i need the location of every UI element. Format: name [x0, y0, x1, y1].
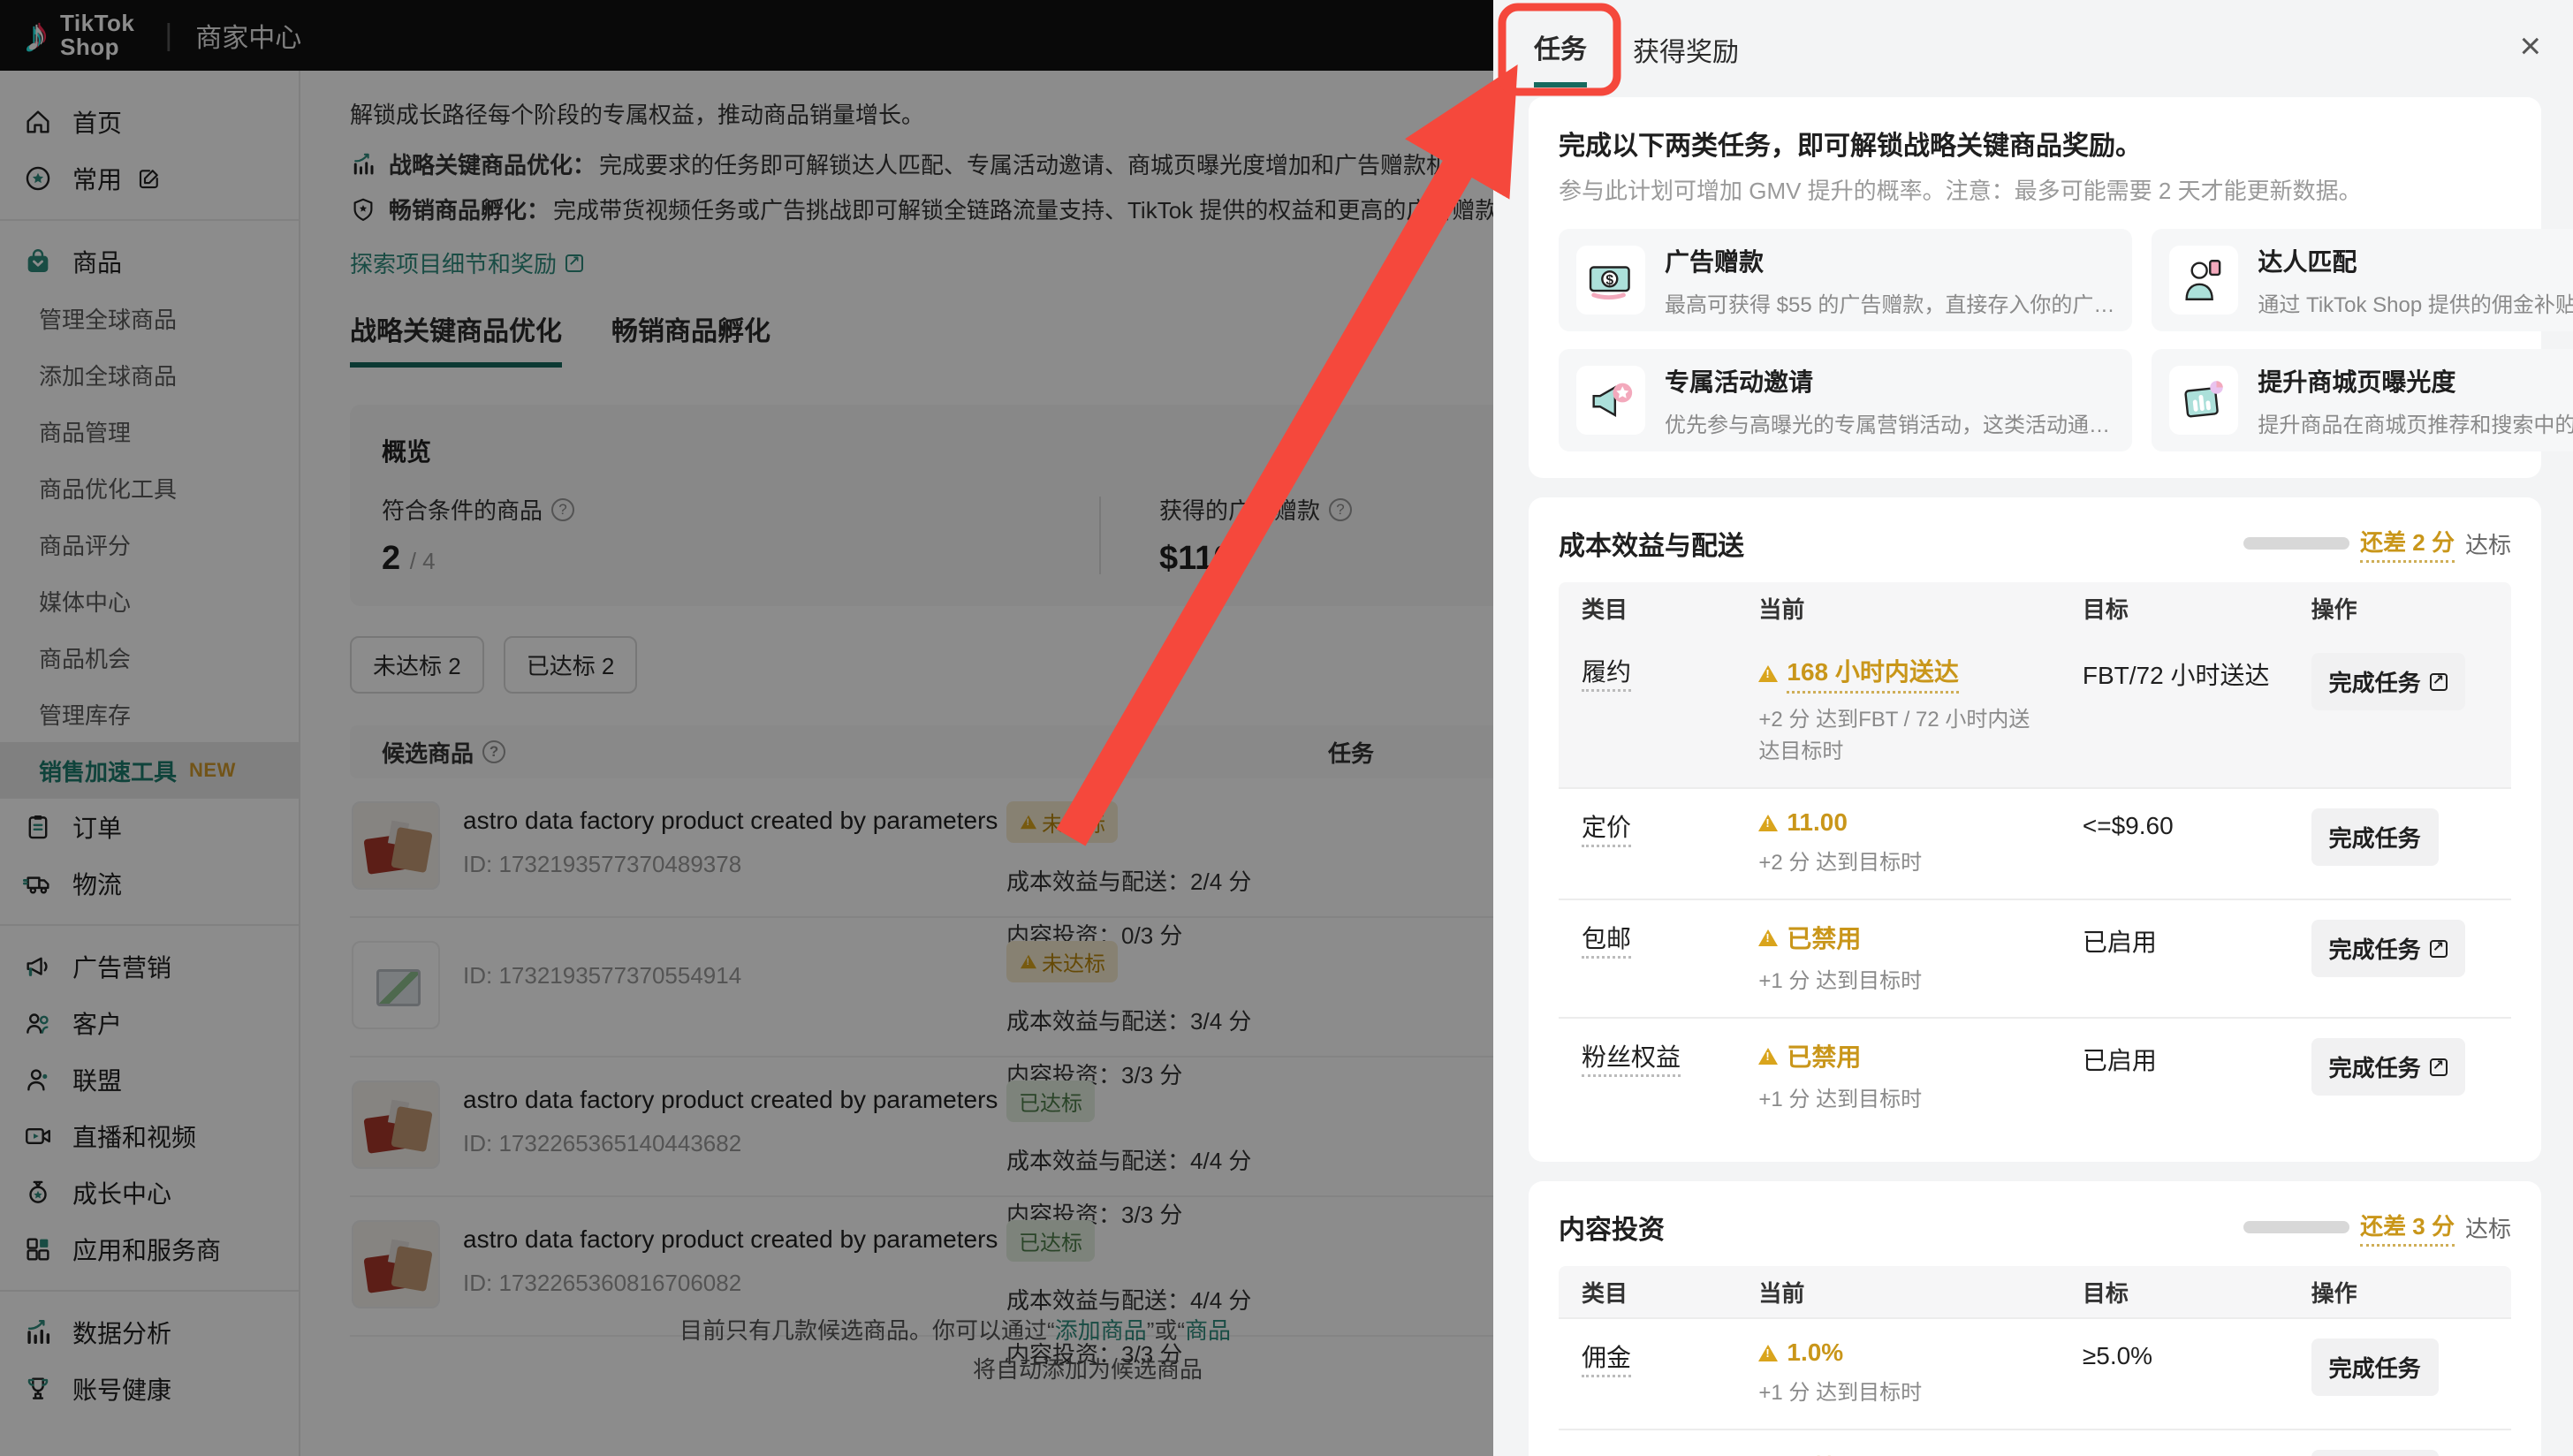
section-cost-delivery: 成本效益与配送 还差 2 分 达标 类目 当前 目标 操作 履约 ! 168 小… — [1529, 497, 2541, 1162]
reward-cards: $ 广告赠款 最高可获得 $55 的广告赠款，直接存入你的广… 达人匹配 通过 … — [1559, 229, 2573, 451]
points-hint: +1 分 达到目标时 — [1758, 1088, 1923, 1111]
reward-icon: $ — [1576, 246, 1645, 315]
svg-text:$: $ — [1605, 273, 1613, 288]
reward-card[interactable]: 达人匹配 通过 TikTok Shop 提供的佣金补贴、免费样品… — [2152, 229, 2573, 331]
reward-icon — [2169, 366, 2239, 435]
complete-task-button[interactable]: 完成任务 — [2311, 808, 2439, 866]
target-value: 已启用 — [2082, 1047, 2157, 1074]
points-hint: +2 分 达到FBT / 72 小时内送达目标时 — [1758, 708, 2030, 763]
reward-description: 最高可获得 $55 的广告赠款，直接存入你的广… — [1665, 292, 2115, 317]
drawer-tab-tasks[interactable]: 任务 — [1534, 4, 1587, 87]
warning-icon — [1758, 929, 1779, 946]
current-value: 11.00 — [1787, 808, 1848, 836]
content-investment-table: 类目 当前 目标 操作 佣金 1.0% +1 分 达到目标时 — [1559, 1266, 2511, 1456]
warning-icon — [1758, 1047, 1779, 1065]
current-value: 1.0% — [1787, 1338, 1844, 1366]
reward-description: 优先参与高曝光的专属营销活动，这类活动通… — [1665, 413, 2110, 437]
current-value: 已禁用 — [1787, 1450, 1861, 1456]
table-row: 提供样品 已禁用 +1 分 达到目标时 已启用 完成任务 — [1559, 1429, 2511, 1456]
current-value: 已禁用 — [1787, 1043, 1862, 1071]
external-link-icon — [2429, 1058, 2448, 1076]
current-value: 已禁用 — [1787, 925, 1862, 952]
complete-task-button[interactable]: 完成任务 — [2311, 653, 2465, 710]
task-intro-subtitle: 参与此计划可增加 GMV 提升的概率。注意：最多可能需要 2 天才能更新数据。 — [1559, 178, 2362, 204]
reward-icon — [1576, 366, 1645, 435]
drawer-header: 任务 获得奖励 × — [1493, 0, 2573, 92]
reward-title: 专属活动邀请 — [1665, 368, 1814, 396]
reward-title: 提升商城页曝光度 — [2258, 368, 2456, 396]
task-intro-card: 完成以下两类任务，即可解锁战略关键商品奖励。 参与此计划可增加 GMV 提升的概… — [1529, 97, 2573, 478]
points-gap-link[interactable]: 还差 2 分 — [2360, 525, 2455, 563]
table-row: 佣金 1.0% +1 分 达到目标时 ≥5.0% 完成任务 — [1559, 1317, 2511, 1429]
category-label[interactable]: 佣金 — [1582, 1344, 1632, 1377]
target-value: <=$9.60 — [2082, 812, 2174, 839]
category-label[interactable]: 履约 — [1582, 658, 1632, 692]
progress-bar — [2243, 1221, 2350, 1233]
table-row: 履约 168 小时内送达 +2 分 达到FBT / 72 小时内送达目标时 FB… — [1559, 633, 2511, 787]
reward-description: 提升商品在商城页推荐和搜索中的曝光度，让… — [2258, 413, 2573, 437]
complete-task-button[interactable]: 完成任务 — [2311, 1450, 2439, 1456]
target-value: ≥5.0% — [2082, 1342, 2153, 1369]
complete-task-button[interactable]: 完成任务 — [2311, 1038, 2465, 1096]
category-label[interactable]: 定价 — [1582, 814, 1632, 847]
points-gap-link[interactable]: 还差 3 分 — [2360, 1209, 2455, 1247]
reward-card[interactable]: 提升商城页曝光度 提升商品在商城页推荐和搜索中的曝光度，让… — [2152, 349, 2573, 451]
warning-icon — [1758, 664, 1779, 682]
progress-bar — [2243, 537, 2350, 550]
task-drawer: 任务 获得奖励 × 完成以下两类任务，即可解锁战略关键商品奖励。 参与此计划可增… — [1493, 0, 2573, 1456]
category-label[interactable]: 粉丝权益 — [1582, 1043, 1681, 1077]
target-value: FBT/72 小时送达 — [2082, 662, 2270, 689]
section-content-investment: 内容投资 还差 3 分 达标 类目 当前 目标 操作 佣金 ! 1.0% +1 … — [1529, 1181, 2541, 1456]
section-title: 内容投资 — [1559, 1216, 1665, 1245]
external-link-icon — [2429, 939, 2448, 958]
table-row: 定价 11.00 +2 分 达到目标时 <=$9.60 完成任务 — [1559, 787, 2511, 899]
warning-icon — [1758, 814, 1779, 831]
warning-icon — [1758, 1344, 1779, 1361]
external-link-icon — [2429, 672, 2448, 691]
modal-dim-overlay[interactable] — [0, 0, 1493, 1456]
target-value: 已启用 — [2083, 1450, 2311, 1456]
reward-icon — [2169, 246, 2239, 315]
table-header: 类目 当前 目标 操作 — [1559, 1266, 2511, 1317]
points-hint: +1 分 达到目标时 — [1758, 969, 1923, 993]
section-title: 成本效益与配送 — [1559, 532, 1744, 561]
reward-description: 通过 TikTok Shop 提供的佣金补贴、免费样品… — [2258, 292, 2573, 317]
current-value: 168 小时内送达 — [1787, 653, 1959, 694]
table-header: 类目 当前 目标 操作 — [1559, 582, 2511, 633]
table-row: 包邮 已禁用 +1 分 达到目标时 已启用 完成任务 — [1559, 899, 2511, 1017]
points-hint: +2 分 达到目标时 — [1758, 851, 1923, 875]
points-hint: +1 分 达到目标时 — [1758, 1381, 1923, 1405]
target-value: 已启用 — [2082, 929, 2157, 956]
complete-task-button[interactable]: 完成任务 — [2311, 920, 2465, 977]
task-intro-title: 完成以下两类任务，即可解锁战略关键商品奖励。 — [1559, 132, 2142, 161]
reward-card[interactable]: $ 广告赠款 最高可获得 $55 的广告赠款，直接存入你的广… — [1559, 229, 2133, 331]
app-root: ♪ TikTok Shop | 商家中心 首页 常用 商品 管理全球商品 添加全球商品商… — [0, 0, 2573, 1456]
reward-title: 广告赠款 — [1665, 247, 1765, 276]
table-row: 粉丝权益 已禁用 +1 分 达到目标时 已启用 完成任务 — [1559, 1017, 2511, 1135]
close-icon[interactable]: × — [2519, 27, 2541, 64]
reward-title: 达人匹配 — [2258, 247, 2357, 276]
reward-card[interactable]: 专属活动邀请 优先参与高曝光的专属营销活动，这类活动通… — [1559, 349, 2133, 451]
category-label[interactable]: 包邮 — [1582, 925, 1632, 959]
complete-task-button[interactable]: 完成任务 — [2311, 1338, 2439, 1396]
drawer-tab-rewards[interactable]: 获得奖励 — [1633, 7, 1739, 85]
cost-delivery-table: 类目 当前 目标 操作 履约 168 小时内送达 +2 分 达到FBT / 72… — [1559, 582, 2511, 1135]
